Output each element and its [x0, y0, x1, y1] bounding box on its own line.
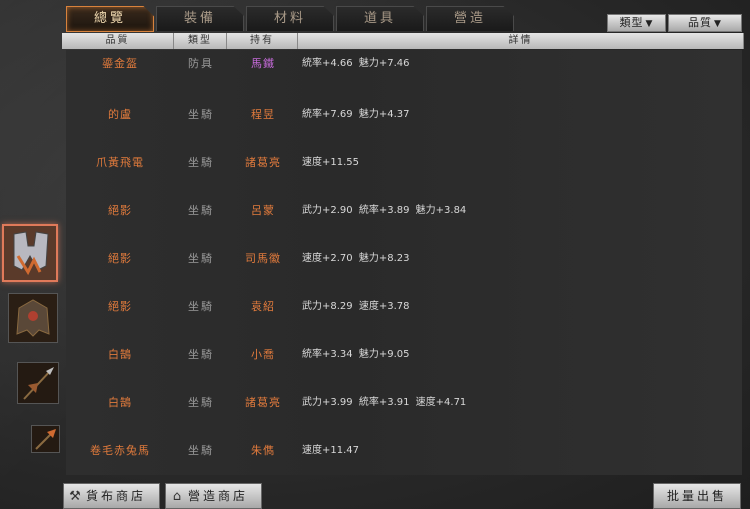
item-type: 坐騎	[188, 204, 214, 217]
item-owner: 程昱	[251, 108, 275, 121]
item-type: 防具	[188, 57, 214, 70]
quality-filter-dropdown[interactable]: 品質 ▼	[668, 14, 742, 32]
spear-icon[interactable]	[17, 362, 59, 404]
halberd-icon[interactable]	[31, 425, 60, 453]
table-row[interactable]: 爪黃飛電 坐騎 諸葛亮 速度+11.55	[66, 146, 742, 195]
item-table: 鎏金盔 防具 馬鐵 統率+4.66 魅力+7.46 的盧 坐騎 程昱 統率+7.…	[66, 50, 742, 475]
item-owner: 諸葛亮	[245, 156, 281, 169]
item-type: 坐騎	[188, 108, 214, 121]
item-owner: 朱儁	[251, 444, 275, 457]
spear-icon-graphic	[18, 363, 58, 403]
item-type: 坐騎	[188, 300, 214, 313]
tab-items[interactable]: 道具	[336, 6, 424, 31]
item-detail: 統率+4.66 魅力+7.46	[302, 58, 410, 69]
item-type: 坐騎	[188, 396, 214, 409]
tab-materials[interactable]: 材料	[246, 6, 334, 31]
item-detail: 統率+7.69 魅力+4.37	[302, 109, 410, 120]
armor-icon[interactable]	[2, 224, 58, 282]
helmet-icon-graphic	[9, 294, 57, 342]
item-detail: 速度+11.47	[302, 445, 360, 456]
tab-overview[interactable]: 總覽	[66, 6, 154, 32]
type-filter-label: 類型	[619, 16, 644, 29]
item-detail: 武力+8.29 速度+3.78	[302, 301, 410, 312]
chevron-down-icon: ▼	[645, 19, 654, 29]
bulk-sell-button[interactable]: 批量出售	[653, 483, 741, 509]
header-quality[interactable]: 品質	[62, 33, 174, 49]
tool-icon: ⚒	[69, 489, 81, 504]
table-row[interactable]: 白鵠 坐騎 諸葛亮 武力+3.99 統率+3.91 速度+4.71	[66, 386, 742, 435]
item-detail: 速度+2.70 魅力+8.23	[302, 253, 410, 264]
item-name: 爪黃飛電	[96, 156, 144, 169]
item-detail: 速度+11.55	[302, 157, 360, 168]
item-name: 的盧	[108, 108, 132, 121]
item-detail: 統率+3.34 魅力+9.05	[302, 349, 410, 360]
cloth-shop-label: 貨布商店	[86, 489, 147, 503]
helmet-icon[interactable]	[8, 293, 58, 343]
item-name: 絕影	[108, 204, 132, 217]
item-owner: 諸葛亮	[245, 396, 281, 409]
item-owner: 馬鐵	[251, 57, 275, 70]
item-name: 白鵠	[108, 396, 132, 409]
quality-filter-label: 品質	[688, 16, 713, 29]
item-owner: 司馬徽	[245, 252, 281, 265]
table-header: 品質 類型 持有 詳情	[62, 33, 744, 49]
tab-equipment[interactable]: 裝備	[156, 6, 244, 31]
bulk-sell-label: 批量出售	[666, 489, 727, 503]
item-name: 鎏金盔	[102, 57, 138, 70]
item-name: 絕影	[108, 300, 132, 313]
item-name: 白鵠	[108, 348, 132, 361]
item-owner: 袁紹	[251, 300, 275, 313]
item-type: 坐騎	[188, 444, 214, 457]
item-name: 絕影	[108, 252, 132, 265]
item-name: 卷毛赤兔馬	[90, 444, 150, 457]
item-type: 坐騎	[188, 348, 214, 361]
item-owner: 小喬	[251, 348, 275, 361]
build-shop-button[interactable]: ⌂ 營造商店	[165, 483, 262, 509]
item-owner: 呂蒙	[251, 204, 275, 217]
table-row[interactable]: 絕影 坐騎 司馬徽 速度+2.70 魅力+8.23	[66, 242, 742, 291]
header-owner[interactable]: 持有	[227, 33, 298, 49]
header-type[interactable]: 類型	[174, 33, 227, 49]
item-type: 坐騎	[188, 156, 214, 169]
tab-construction[interactable]: 營造	[426, 6, 514, 31]
table-row[interactable]: 絕影 坐騎 呂蒙 武力+2.90 統率+3.89 魅力+3.84	[66, 194, 742, 243]
table-row[interactable]: 白鵠 坐騎 小喬 統率+3.34 魅力+9.05	[66, 338, 742, 387]
header-detail[interactable]: 詳情	[298, 33, 744, 49]
item-detail: 武力+2.90 統率+3.89 魅力+3.84	[302, 205, 467, 216]
type-filter-dropdown[interactable]: 類型 ▼	[607, 14, 666, 32]
cloth-shop-button[interactable]: ⚒ 貨布商店	[63, 483, 160, 509]
table-row[interactable]: 絕影 坐騎 袁紹 武力+8.29 速度+3.78	[66, 290, 742, 339]
item-type: 坐騎	[188, 252, 214, 265]
build-shop-label: 營造商店	[188, 489, 249, 503]
item-detail: 武力+3.99 統率+3.91 速度+4.71	[302, 397, 467, 408]
halberd-icon-graphic	[32, 426, 59, 452]
table-row[interactable]: 鎏金盔 防具 馬鐵 統率+4.66 魅力+7.46	[66, 50, 742, 99]
chevron-down-icon: ▼	[714, 19, 722, 29]
armor-icon-graphic	[4, 226, 56, 280]
house-icon: ⌂	[172, 489, 182, 504]
table-row[interactable]: 的盧 坐騎 程昱 統率+7.69 魅力+4.37	[66, 98, 742, 147]
table-row[interactable]: 卷毛赤兔馬 坐騎 朱儁 速度+11.47	[66, 434, 742, 475]
